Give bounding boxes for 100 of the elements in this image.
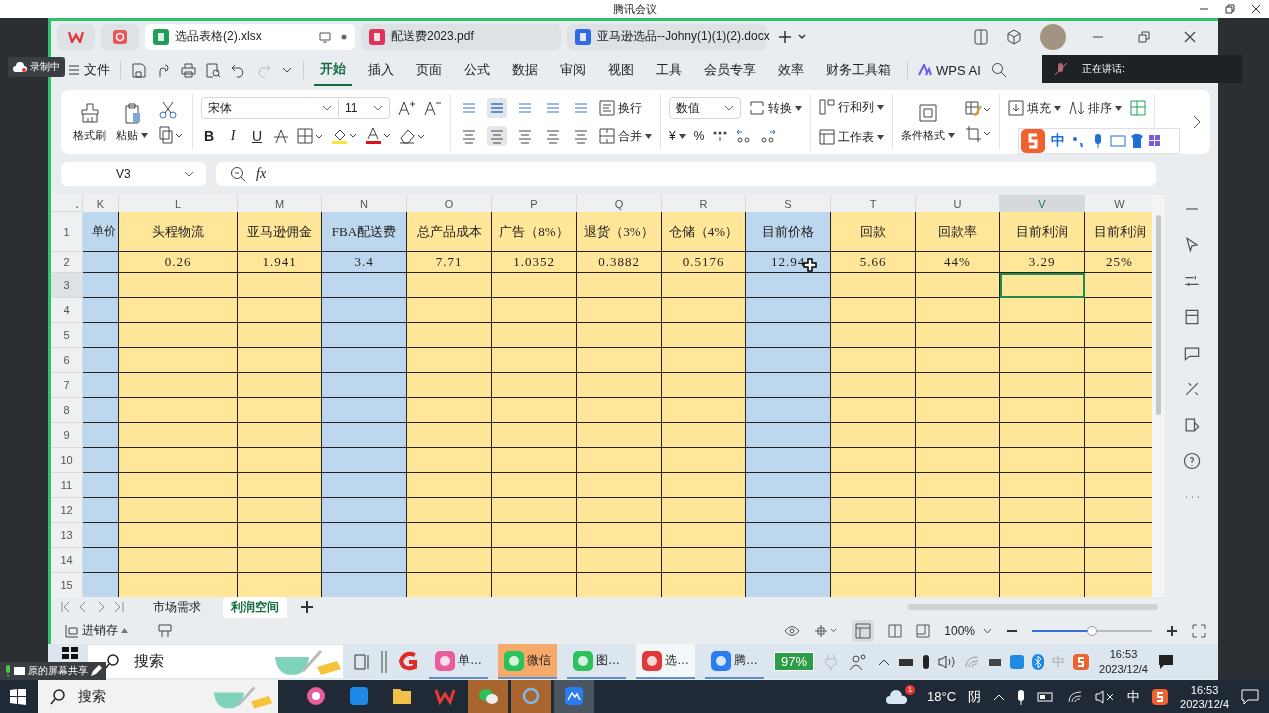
- ime-mode[interactable]: 中: [1051, 132, 1065, 150]
- merge-button[interactable]: 合并: [599, 127, 652, 145]
- eye-icon[interactable]: [784, 624, 801, 637]
- menu-tab[interactable]: 插入: [362, 55, 400, 85]
- wps-logo-icon[interactable]: [57, 23, 95, 50]
- restore-icon[interactable]: [1225, 4, 1235, 14]
- focus-icon[interactable]: [814, 623, 839, 638]
- vertical-scrollbar[interactable]: [1152, 195, 1165, 597]
- row-header[interactable]: 12: [51, 498, 83, 523]
- freeze-icon[interactable]: [1130, 100, 1146, 116]
- row-header[interactable]: 13: [51, 523, 83, 548]
- row-header[interactable]: 5: [51, 323, 83, 348]
- column-header[interactable]: R: [662, 195, 746, 212]
- row-header[interactable]: 7: [51, 373, 83, 398]
- document-tab[interactable]: 选品表格(2).xlsx: [145, 23, 355, 50]
- zoom-level[interactable]: 100%: [944, 623, 992, 638]
- column-header[interactable]: K: [83, 195, 119, 212]
- template-icon[interactable]: [158, 623, 172, 638]
- menu-tab[interactable]: 财务工具箱: [820, 55, 897, 85]
- add-sheet-icon[interactable]: [301, 601, 313, 613]
- task-view-icon[interactable]: [353, 652, 371, 671]
- people-icon[interactable]: [848, 652, 869, 671]
- column-header[interactable]: M: [238, 195, 322, 212]
- chevron-right-icon[interactable]: [1192, 115, 1202, 129]
- increase-font-icon[interactable]: [398, 100, 416, 116]
- column-header[interactable]: U: [916, 195, 1000, 212]
- document-tab[interactable]: 配送费2023.pdf: [361, 23, 561, 50]
- fill-color-icon[interactable]: [331, 127, 357, 145]
- ime-indicator[interactable]: 中: [1127, 687, 1141, 706]
- row-header[interactable]: 10: [51, 448, 83, 473]
- app-g-icon[interactable]: [397, 650, 419, 673]
- menu-tab[interactable]: 视图: [602, 55, 640, 85]
- menu-tab[interactable]: 审阅: [554, 55, 592, 85]
- save-icon[interactable]: [131, 62, 146, 78]
- ime-tools-icon[interactable]: [1071, 133, 1161, 149]
- formula-field[interactable]: fx: [216, 162, 1156, 186]
- convert-button[interactable]: 转换: [749, 99, 802, 117]
- zoom-icon[interactable]: [230, 166, 246, 182]
- weather-icon[interactable]: [885, 688, 909, 705]
- row-header[interactable]: 1: [51, 212, 83, 252]
- sidebar-tool-icon[interactable]: [1181, 451, 1202, 471]
- battery-icon[interactable]: [1037, 691, 1056, 702]
- wrap-text-button[interactable]: 换行: [599, 99, 642, 117]
- zoom-in-icon[interactable]: [1166, 624, 1178, 637]
- add-tab-icon[interactable]: [779, 29, 809, 44]
- fill-button[interactable]: 填充: [1008, 99, 1061, 117]
- chevron-up-icon[interactable]: [878, 657, 891, 666]
- notification-icon[interactable]: [1241, 688, 1259, 705]
- sogou-icon[interactable]: [1152, 688, 1169, 705]
- wps-ai-menu[interactable]: WPS AI: [918, 62, 981, 78]
- text-style-button[interactable]: B: [201, 128, 217, 144]
- eraser-icon[interactable]: [399, 128, 425, 144]
- row-header[interactable]: 9: [51, 423, 83, 448]
- copy-icon[interactable]: [158, 126, 184, 144]
- page-view-icon[interactable]: [916, 623, 931, 638]
- weather-condition[interactable]: 阴: [968, 687, 982, 706]
- bluetooth-icon[interactable]: [1032, 653, 1045, 670]
- name-box[interactable]: V3: [61, 162, 206, 186]
- strikethrough-icon[interactable]: [273, 128, 289, 144]
- font-select[interactable]: 宋体: [201, 97, 339, 119]
- muted-speaker-icon[interactable]: [1095, 689, 1116, 704]
- normal-view-icon[interactable]: [852, 619, 875, 642]
- search-icon[interactable]: [990, 62, 1007, 78]
- row-header[interactable]: 3: [51, 273, 83, 298]
- menu-tab[interactable]: 页面: [410, 55, 448, 85]
- crop-icon[interactable]: [965, 125, 991, 143]
- paste-button[interactable]: 粘贴: [116, 101, 148, 143]
- borders-icon[interactable]: [297, 128, 323, 144]
- column-header[interactable]: W: [1085, 195, 1152, 212]
- row-header[interactable]: 4: [51, 298, 83, 323]
- windows-start-icon[interactable]: [62, 647, 78, 659]
- row-header[interactable]: 8: [51, 398, 83, 423]
- print-preview-icon[interactable]: [206, 62, 221, 78]
- app-logo-icon[interactable]: [101, 23, 139, 50]
- text-style-button[interactable]: U: [249, 128, 265, 144]
- rows-columns-button[interactable]: 行和列: [819, 98, 884, 116]
- menu-tab[interactable]: 工具: [650, 55, 688, 85]
- close-icon[interactable]: [1184, 30, 1196, 43]
- worksheet-button[interactable]: 工作表: [819, 128, 884, 146]
- close-icon[interactable]: [1251, 4, 1261, 14]
- format-painter-button[interactable]: 格式刷: [73, 101, 106, 143]
- taskbar-app[interactable]: 选…: [636, 644, 695, 679]
- cube-icon[interactable]: [1006, 28, 1022, 45]
- column-header[interactable]: O: [407, 195, 492, 212]
- inventory-button[interactable]: 进销存: [65, 622, 128, 639]
- split-view-icon[interactable]: [888, 623, 903, 638]
- menu-tab[interactable]: 公式: [458, 55, 496, 85]
- temperature[interactable]: 18°C: [927, 689, 957, 704]
- chevron-up-icon[interactable]: [993, 692, 1006, 701]
- font-size-select[interactable]: 11: [338, 97, 390, 119]
- monitor-icon[interactable]: [319, 30, 331, 43]
- link-icon[interactable]: [156, 62, 171, 78]
- column-header[interactable]: V: [1000, 195, 1085, 212]
- cell-style-icon[interactable]: [965, 101, 991, 119]
- tablet-icon[interactable]: [974, 28, 988, 45]
- app-tray-icon[interactable]: [1010, 654, 1025, 669]
- pen-icon[interactable]: [90, 665, 102, 677]
- taskbar-app[interactable]: 微信: [498, 644, 557, 679]
- font-color-icon[interactable]: [365, 127, 391, 145]
- number-format-select[interactable]: 数值: [669, 97, 741, 119]
